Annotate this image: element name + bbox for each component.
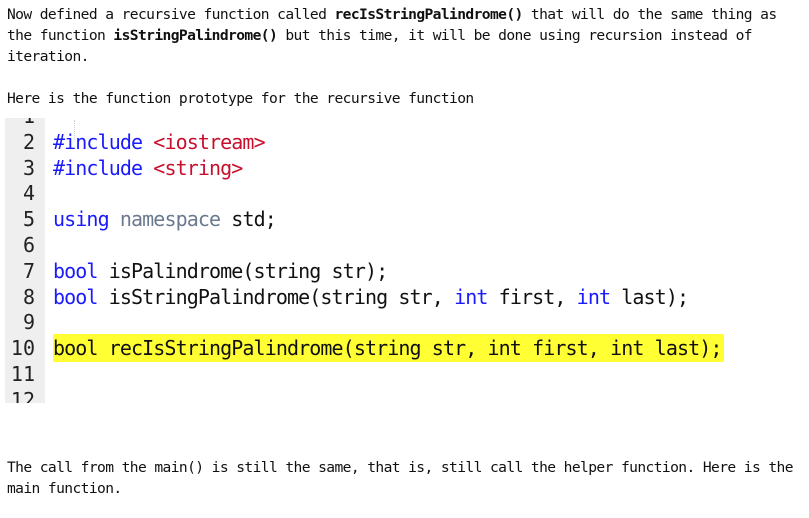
line-number: 8 <box>22 284 35 309</box>
code-token: recIsStringPalindrome(string str, <box>97 336 488 361</box>
line-number: 6 <box>22 232 35 257</box>
code-token: isPalindrome(string str); <box>97 258 388 283</box>
keyword-token: bool <box>53 336 98 361</box>
highlighted-code: bool recIsStringPalindrome(string str, i… <box>53 334 724 363</box>
keyword-token: #include <box>53 155 143 180</box>
outro-paragraph: The call from the main() is still the sa… <box>7 459 802 497</box>
intro-paragraph: Now defined a recursive function called … <box>7 4 807 67</box>
code-text: #include <iostream> <box>53 129 266 156</box>
code-text: bool isPalindrome(string str); <box>53 258 388 285</box>
code-text: using namespace std; <box>53 207 277 233</box>
rec-function-name: recIsStringPalindrome() <box>334 6 523 23</box>
code-text: bool recIsStringPalindrome(string str, i… <box>53 334 724 363</box>
line-number: 5 <box>22 207 35 232</box>
line-number: 1 <box>5 118 35 130</box>
keyword-token: bool <box>53 284 98 309</box>
line-number: 4 <box>22 181 35 206</box>
line-number: 10 <box>10 336 35 361</box>
keyword-token: int <box>610 336 644 361</box>
keyword-token: int <box>487 336 522 361</box>
code-token: last); <box>610 284 689 309</box>
code-block: 12 #include <iostream> 3 #include <string> 4… <box>5 118 809 403</box>
line-number: 2 <box>22 129 35 154</box>
prototype-intro: Here is the function prototype for the r… <box>7 90 474 107</box>
code-text: #include <string> <box>53 155 243 182</box>
code-token: last); <box>643 336 723 361</box>
namespace-token: namespace <box>119 207 221 232</box>
intro-text-1: Now defined a recursive function called <box>7 6 335 23</box>
keyword-token: int <box>576 284 611 309</box>
line-number: 12 <box>10 387 35 403</box>
line-number: 11 <box>10 361 35 386</box>
header-token: <iostream> <box>153 129 265 154</box>
header-token: <string> <box>153 155 243 180</box>
line-number: 9 <box>22 310 35 335</box>
code-token: first, <box>487 284 577 309</box>
code-token: std; <box>220 207 276 232</box>
keyword-token: using <box>53 207 110 232</box>
line-number: 3 <box>22 155 35 180</box>
line-number: 7 <box>22 258 35 283</box>
code-text: bool isStringPalindrome(string str, int … <box>53 284 689 311</box>
code-token: first, <box>520 336 611 361</box>
keyword-token: #include <box>53 129 143 154</box>
code-token: isStringPalindrome(string str, <box>97 284 455 309</box>
keyword-token: bool <box>53 258 98 283</box>
iter-function-name: isStringPalindrome() <box>113 27 278 44</box>
keyword-token: int <box>454 284 488 309</box>
